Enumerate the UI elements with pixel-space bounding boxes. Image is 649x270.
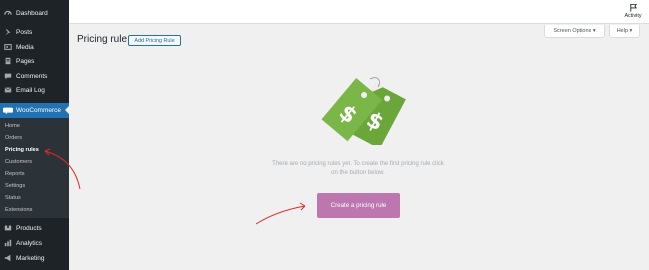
page-title: Pricing rule (77, 34, 128, 45)
submenu-item-customers[interactable]: Customers (5, 159, 32, 165)
sidebar-item-label: Posts (16, 28, 33, 36)
admin-sidebar: Dashboard Posts Media Pages Comments Ema… (0, 0, 69, 270)
sidebar-item-products[interactable]: Products (0, 221, 69, 235)
sidebar-item-posts[interactable]: Posts (0, 25, 69, 39)
analytics-icon (4, 239, 12, 247)
submenu-item-extensions[interactable]: Extensions (5, 207, 32, 213)
woo-icon (3, 107, 13, 115)
dashboard-icon (4, 9, 12, 17)
submenu-item-settings[interactable]: Settings (5, 183, 25, 189)
submenu-item-home[interactable]: Home (5, 123, 20, 129)
media-icon (4, 43, 12, 51)
sidebar-item-dashboard[interactable]: Dashboard (0, 6, 69, 20)
sidebar-item-label: Email Log (16, 86, 45, 94)
create-pricing-rule-button[interactable]: Create a pricing rule (317, 193, 400, 218)
screen-options-button[interactable]: Screen Options ▾ (544, 25, 605, 38)
products-icon (4, 224, 12, 232)
sidebar-item-analytics[interactable]: Analytics (0, 236, 69, 250)
sidebar-item-media[interactable]: Media (0, 40, 69, 54)
sidebar-item-label: Products (16, 224, 42, 232)
empty-state-line-2: on the button below. (331, 170, 385, 176)
sidebar-item-email-log[interactable]: Email Log (0, 83, 69, 97)
help-button[interactable]: Help ▾ (609, 25, 640, 38)
activity-label: Activity (624, 13, 642, 19)
sidebar-item-pages[interactable]: Pages (0, 54, 69, 68)
flag-icon (629, 3, 637, 12)
email-icon (4, 86, 12, 94)
activity-button[interactable]: Activity (621, 3, 645, 19)
comment-icon (4, 72, 12, 80)
submenu-item-orders[interactable]: Orders (5, 135, 22, 141)
price-tags-icon: $ $ (321, 77, 406, 145)
sidebar-item-marketing[interactable]: Marketing (0, 251, 69, 265)
annotation-arrow-cta (255, 205, 306, 225)
sidebar-item-label: WooCommerce (16, 107, 62, 114)
pages-icon (4, 57, 12, 65)
empty-state-message: There are no pricing rules yet. To creat… (252, 160, 464, 178)
submenu-item-reports[interactable]: Reports (5, 171, 25, 177)
sidebar-item-label: Media (16, 43, 34, 51)
sidebar-item-label: Comments (16, 72, 48, 80)
sidebar-item-label: Marketing (16, 254, 45, 262)
sidebar-item-label: Dashboard (16, 9, 48, 17)
pin-icon (4, 28, 12, 36)
top-bar: Activity (69, 0, 649, 24)
current-menu-pointer (65, 106, 69, 114)
sidebar-item-woocommerce[interactable]: WooCommerce (0, 103, 69, 118)
add-pricing-rule-button[interactable]: Add Pricing Rule (128, 35, 181, 46)
submenu-item-pricing-rules[interactable]: Pricing rules (5, 147, 39, 153)
megaphone-icon (4, 254, 12, 262)
submenu-item-status[interactable]: Status (5, 195, 21, 201)
sidebar-item-comments[interactable]: Comments (0, 69, 69, 83)
empty-state-line-1: There are no pricing rules yet. To creat… (272, 161, 444, 167)
woocommerce-submenu: Home Orders Pricing rules Customers Repo… (0, 118, 69, 218)
sidebar-item-label: Analytics (16, 239, 43, 247)
sidebar-item-label: Pages (16, 57, 35, 65)
